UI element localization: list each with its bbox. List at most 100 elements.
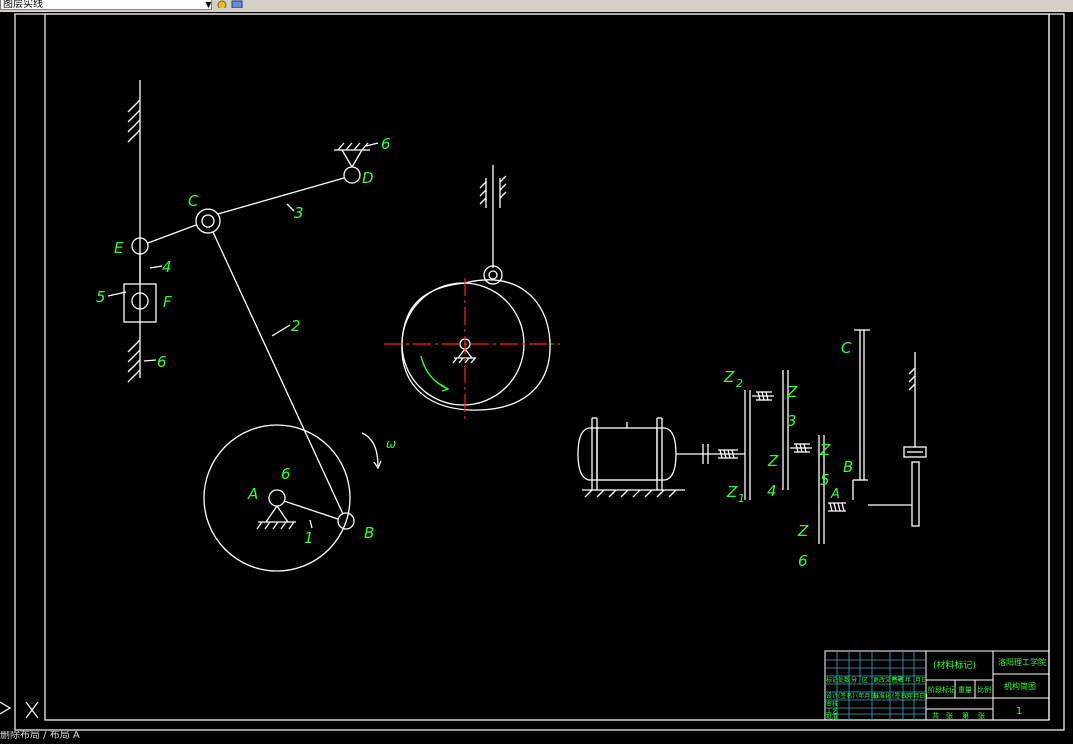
top-toolbar: 图层实线 ▼ (0, 0, 1073, 12)
title-row4: 工艺 批准 (826, 707, 838, 721)
svg-text:重量: 重量 (958, 686, 972, 694)
drawing-name: 机构简图 (1004, 681, 1036, 691)
svg-text:审核: 审核 (826, 700, 838, 708)
leader-5 (107, 291, 127, 297)
ground-hatch-upper (127, 99, 141, 143)
title-stage-row: 阶段标记 重量 比例 (928, 685, 991, 694)
link-1 (283, 500, 339, 520)
svg-text:标准化: 标准化 (873, 692, 891, 700)
ucs-icon (0, 701, 39, 719)
label-1: 1 (304, 529, 314, 547)
leader-6-left (143, 359, 157, 362)
label-6-top: 6 (381, 135, 391, 153)
label-6-left: 6 (157, 353, 167, 371)
link-3 (217, 177, 345, 215)
ground-support-D (334, 142, 370, 168)
label-2: 2 (291, 317, 301, 335)
label-4: 4 (162, 258, 172, 276)
label-3: 3 (787, 412, 797, 430)
label-A: A (247, 485, 258, 503)
cam-mechanism (401, 165, 551, 411)
drawing-canvas[interactable]: C D E F A B 6 3 4 5 6 2 6 1 ω Z 2 Z 3 Z … (0, 12, 1073, 740)
chevron-down-icon[interactable]: ▼ (204, 0, 211, 9)
layer-light-icon[interactable] (216, 0, 230, 8)
label-E: E (114, 239, 124, 257)
cad-drawing: C D E F A B 6 3 4 5 6 2 6 1 ω Z 2 Z 3 Z … (0, 13, 1065, 731)
layer-dropdown[interactable]: 图层实线 ▼ (0, 0, 212, 10)
linkage-labels: C D E F A B 6 3 4 5 6 2 6 1 ω (96, 135, 396, 547)
svg-text:共: 共 (932, 711, 939, 720)
leader-3 (286, 203, 295, 212)
sheet-number: 1 (1016, 706, 1022, 717)
motor-end-left (577, 427, 597, 481)
cam-centerlines (384, 278, 560, 420)
cam-roller-pin (488, 270, 498, 280)
ground-support-A (256, 505, 296, 530)
svg-text:张: 张 (946, 711, 953, 720)
label-B: B (843, 458, 853, 476)
label-Z-a: Z (786, 383, 798, 401)
layer-freeze-icon[interactable] (230, 0, 244, 8)
motor (577, 417, 685, 498)
svg-text:第: 第 (962, 711, 969, 720)
label-Z-c: Z (819, 441, 831, 459)
joint-A (268, 489, 286, 507)
svg-text:张: 张 (978, 711, 985, 720)
label-C: C (188, 192, 199, 210)
joint-D (343, 166, 361, 184)
material-label: (材料标记) (933, 659, 976, 671)
label-5: 5 (96, 288, 106, 306)
label-B: B (364, 524, 374, 542)
svg-text:年: 年 (905, 676, 911, 684)
label-Z-d: Z (797, 522, 809, 540)
cam-roller (483, 265, 503, 285)
label-6-center: 6 (281, 465, 291, 483)
right-ground-hatch (908, 367, 916, 391)
label-4: 4 (767, 482, 777, 500)
svg-text:签名: 签名 (892, 676, 904, 684)
label-6: 6 (798, 552, 808, 570)
svg-text:标记: 标记 (826, 676, 838, 684)
title-row2: 设计 (签名) (年月日) 标准化 (签名) (年月日) (826, 692, 928, 700)
label-5: 5 (820, 471, 830, 489)
label-Z-b: Z (767, 452, 779, 470)
svg-text:批准: 批准 (826, 713, 838, 721)
ucs-arrow (0, 701, 12, 715)
label-Z1-sub: 1 (738, 492, 745, 505)
svg-text:分: 分 (851, 676, 857, 684)
school-name: 洛阳理工学院 (998, 657, 1046, 667)
svg-text:日: 日 (921, 677, 927, 684)
label-F: F (163, 293, 172, 311)
joint-C-outer (195, 208, 221, 234)
label-3: 3 (294, 204, 304, 222)
outer-border (14, 13, 1065, 731)
title-sheet-row: 共 张 第 张 (932, 711, 985, 720)
label-Z2: Z (723, 368, 735, 386)
leader-4 (149, 265, 163, 269)
toolbar-icons (216, 0, 256, 10)
label-omega: ω (386, 437, 396, 451)
leader-1 (309, 519, 313, 529)
leader-2 (271, 324, 291, 337)
svg-text:(签名): (签名) (838, 692, 855, 700)
title-row1: 标记 处数 分 区 更改文件号 签名 年 月 日 (826, 676, 927, 684)
label-Z1: Z (726, 483, 738, 501)
motor-end-right (657, 427, 677, 481)
link-EC (147, 224, 197, 244)
gear-train (577, 329, 927, 544)
bearing-4 (828, 502, 846, 512)
cam-arrow-arc (420, 355, 447, 389)
label-D: D (362, 169, 374, 187)
linkage-mechanism (107, 80, 382, 572)
layer-dropdown-value: 图层实线 (3, 0, 43, 10)
svg-text:处数: 处数 (838, 676, 850, 684)
title-grid (825, 651, 926, 720)
svg-text:(年月日): (年月日) (905, 692, 928, 700)
right-output-bar (911, 461, 920, 527)
title-row3: 审核 (826, 700, 838, 708)
motor-body (596, 427, 658, 481)
command-line[interactable]: 删除布局 / 布局 A (0, 731, 300, 740)
svg-text:阶段标记: 阶段标记 (928, 685, 956, 694)
label-Z2-sub: 2 (736, 377, 743, 390)
svg-text:设计: 设计 (826, 692, 838, 700)
